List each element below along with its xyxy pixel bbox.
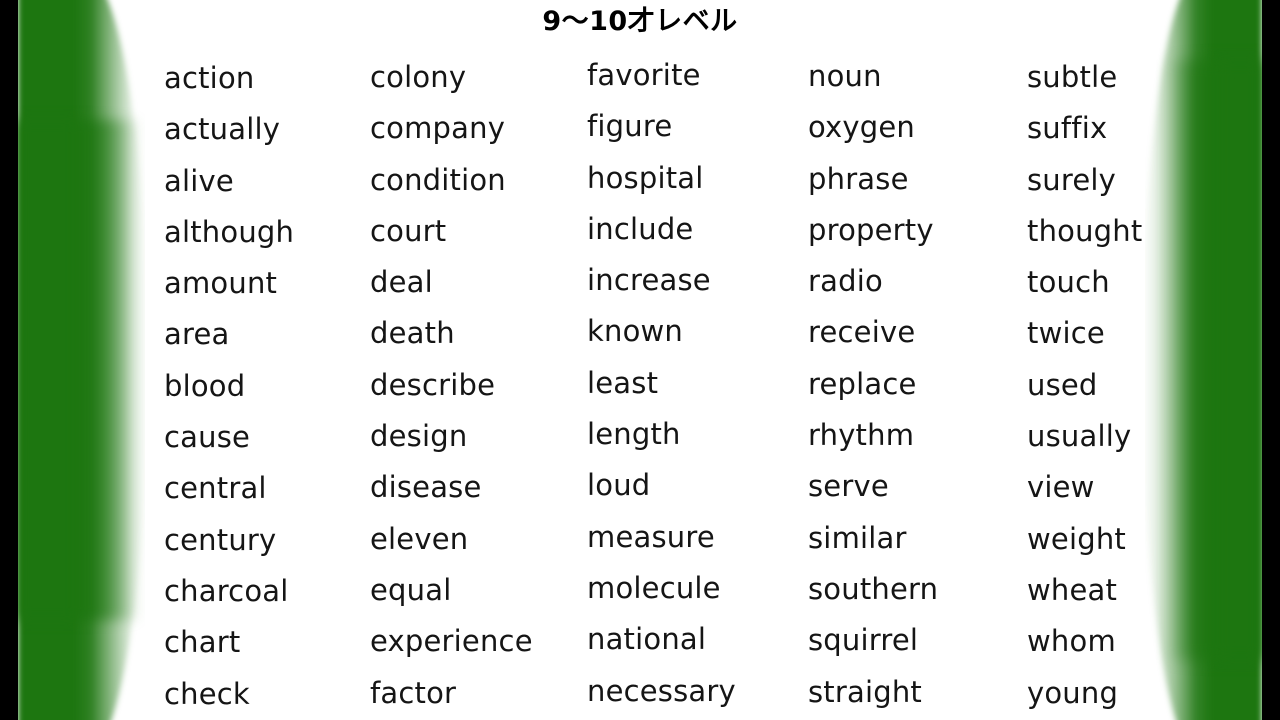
word-item: rhythm [808, 418, 915, 453]
word-item: touch [1027, 265, 1110, 300]
word-item: thought [1027, 213, 1143, 248]
word-item: subtle [1027, 60, 1118, 94]
letterbox-bar-right [1262, 0, 1280, 720]
slide-canvas: 英単語リスト 9〜10才レベル action actually alive altho… [0, 0, 1280, 720]
word-item: disease [370, 470, 482, 505]
word-item: similar [808, 520, 907, 555]
word-item: used [1027, 367, 1098, 402]
page-title: 9〜10才レベル [542, 6, 738, 37]
word-item: although [164, 214, 295, 249]
word-item: molecule [587, 570, 721, 605]
word-item: southern [808, 571, 939, 606]
word-item: experience [370, 624, 533, 659]
word-item: whom [1027, 624, 1116, 659]
word-item: area [164, 317, 230, 352]
letterbox-bar-left [0, 0, 18, 720]
word-item: view [1027, 470, 1095, 505]
word-item: blood [164, 368, 246, 403]
word-item: replace [808, 366, 917, 401]
word-item: twice [1027, 316, 1105, 351]
word-item: death [370, 316, 455, 351]
word-item: action [164, 61, 255, 95]
word-item: measure [587, 519, 715, 554]
word-item: known [587, 314, 684, 349]
word-item: amount [164, 266, 278, 301]
word-item: usually [1027, 419, 1132, 454]
word-item: chart [164, 625, 241, 660]
word-item: wheat [1027, 572, 1118, 607]
word-item: receive [808, 315, 916, 350]
word-item: radio [808, 264, 883, 299]
word-item: deal [370, 265, 433, 300]
word-item: favorite [587, 58, 701, 92]
word-item: squirrel [808, 623, 919, 658]
word-item: property [808, 212, 934, 247]
word-item: alive [164, 163, 234, 198]
word-item: loud [587, 468, 651, 503]
word-item: condition [370, 162, 506, 197]
word-item: figure [587, 109, 673, 144]
word-item: century [164, 522, 277, 557]
word-item: length [587, 417, 681, 452]
word-item: least [587, 365, 659, 400]
word-item: suffix [1027, 111, 1108, 146]
word-item: hospital [587, 160, 704, 195]
word-item: factor [370, 675, 457, 710]
word-item: design [370, 419, 468, 454]
word-column-4: noun oxygen phrase property radio receive repl… [808, 51, 1027, 720]
word-item: charcoal [164, 573, 289, 608]
word-item: oxygen [808, 110, 916, 145]
word-item: serve [808, 469, 889, 504]
word-item: describe [370, 367, 496, 402]
word-item: cause [164, 420, 251, 455]
word-list-grid: action actually alive although amount area blo… [0, 52, 1280, 720]
word-column-5: subtle suffix surely thought touch twice used u… [1027, 52, 1227, 720]
word-item: weight [1027, 521, 1126, 556]
word-item: court [370, 213, 447, 248]
word-item: young [1027, 675, 1119, 710]
word-item: increase [587, 263, 711, 298]
word-item: necessary [587, 673, 736, 708]
word-column-1: action actually alive although amount area blo… [164, 53, 370, 720]
word-column-2: colony company condition court deal death desc… [370, 52, 587, 720]
word-item: national [587, 622, 707, 657]
word-item: noun [808, 59, 882, 93]
word-item: eleven [370, 521, 469, 556]
word-item: surely [1027, 162, 1117, 197]
word-item: check [164, 676, 250, 711]
word-item: company [370, 111, 506, 146]
slide-header: 英単語リスト 9〜10才レベル [0, 0, 1280, 48]
word-item: actually [164, 112, 281, 147]
word-item: include [587, 211, 694, 246]
word-item: phrase [808, 161, 909, 196]
word-item: colony [370, 60, 467, 94]
word-item: central [164, 471, 267, 506]
word-item: straight [808, 674, 922, 709]
word-item: equal [370, 572, 452, 607]
word-column-3: favorite figure hospital include increase kno… [587, 50, 808, 720]
